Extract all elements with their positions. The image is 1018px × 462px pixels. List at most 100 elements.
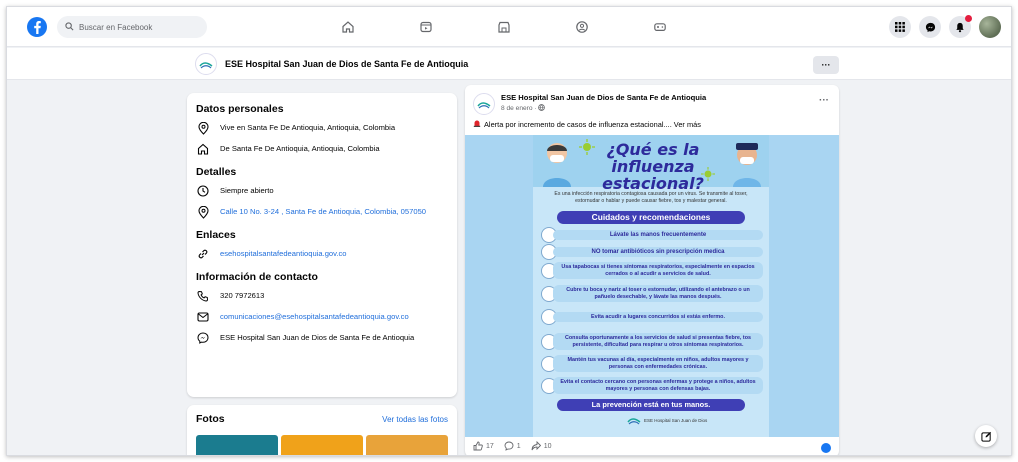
comment-count: 1 — [516, 442, 521, 450]
share-icon — [531, 441, 541, 451]
new-message-button[interactable] — [975, 425, 997, 447]
lives-in-row: Vive en Santa Fe De Antioquia, Antioquia… — [196, 121, 448, 135]
poster-item: Evita acudir a lugares concurridos si es… — [541, 309, 763, 325]
top-navigation: Buscar en Facebook — [7, 7, 1011, 47]
browser-frame: Buscar en Facebook ESE Hospital San Juan… — [6, 6, 1012, 456]
from-text: De Santa Fe De Antioquia, Antioquia, Col… — [220, 144, 380, 153]
poster-section-header: Cuidados y recomendaciones — [557, 211, 745, 224]
email-link[interactable]: comunicaciones@esehospitalsantafedeantio… — [220, 310, 409, 322]
search-box[interactable]: Buscar en Facebook — [57, 16, 207, 38]
address-row: Calle 10 No. 3-24 , Santa Fe de Antioqui… — [196, 205, 448, 219]
post-date[interactable]: 8 de enero · — [501, 104, 546, 112]
photo-thumbnail[interactable] — [281, 435, 363, 455]
doctor-illustration — [733, 143, 761, 187]
reaction-avatar[interactable] — [821, 443, 831, 453]
poster-item-text: Lávate las manos frecuentemente — [553, 229, 763, 241]
comment-icon — [504, 441, 514, 451]
messenger-icon — [196, 331, 210, 345]
poster-item-text: Mantén tus vacunas al día, especialmente… — [553, 355, 763, 372]
like-count: 17 — [486, 442, 494, 450]
main-nav — [337, 7, 671, 47]
page-title[interactable]: ESE Hospital San Juan de Dios de Santa F… — [225, 59, 468, 69]
hospital-logo-icon[interactable] — [195, 53, 217, 75]
messenger-row: ESE Hospital San Juan de Dios de Santa F… — [196, 331, 448, 345]
facebook-logo-icon[interactable] — [27, 17, 47, 37]
poster-item-text: Usa tapabocas si tienes síntomas respira… — [553, 262, 763, 279]
link-icon — [196, 247, 210, 261]
marketplace-icon[interactable] — [493, 16, 515, 38]
location-pin-icon — [196, 205, 210, 219]
post-image[interactable]: ¿Qué es la influenza estacional? Es una … — [465, 135, 839, 437]
messenger-text[interactable]: ESE Hospital San Juan de Dios de Santa F… — [220, 331, 414, 343]
contact-heading: Información de contacto — [196, 271, 318, 283]
home-icon[interactable] — [337, 16, 359, 38]
share-count: 10 — [543, 442, 552, 450]
poster-hospital-logo: ESE Hospital San Juan de Dios — [627, 415, 707, 425]
post-author-name[interactable]: ESE Hospital San Juan de Dios de Santa F… — [501, 93, 706, 102]
phone-icon — [196, 289, 210, 303]
poster-logo-text: ESE Hospital San Juan de Dios — [644, 417, 708, 423]
poster-item-text: NO tomar antibióticos sin prescripción m… — [553, 246, 763, 258]
phone-row: 320 7972613 — [196, 289, 448, 303]
home-icon — [196, 142, 210, 156]
photo-thumbnails — [196, 435, 448, 455]
poster-title: ¿Qué es la influenza estacional? — [602, 140, 704, 193]
poster-footer: La prevención está en tus manos. — [557, 399, 745, 411]
see-all-photos-link[interactable]: Ver todas las fotos — [382, 415, 448, 424]
website-row: esehospitalsantafedeantioquia.gov.co — [196, 247, 448, 261]
poster-header: ¿Qué es la influenza estacional? — [533, 135, 769, 192]
like-button[interactable]: 17 — [473, 441, 494, 451]
address-link[interactable]: Calle 10 No. 3-24 , Santa Fe de Antioqui… — [220, 205, 426, 217]
thumbs-up-icon — [473, 441, 483, 451]
poster-item: Mantén tus vacunas al día, especialmente… — [541, 355, 763, 372]
siren-icon — [473, 119, 481, 129]
poster-item-text: Consulta oportunamente a los servicios d… — [553, 333, 763, 350]
links-heading: Enlaces — [196, 229, 236, 241]
messenger-icon[interactable] — [919, 16, 941, 38]
photos-card: Fotos Ver todas las fotos — [187, 405, 457, 455]
compose-icon — [980, 431, 991, 442]
bell-icon[interactable] — [949, 15, 972, 38]
search-placeholder: Buscar en Facebook — [79, 22, 153, 32]
lives-in-text: Vive en Santa Fe De Antioquia, Antioquia… — [220, 123, 396, 132]
page-more-button[interactable]: ··· — [813, 56, 839, 74]
page-header-bar: ESE Hospital San Juan de Dios de Santa F… — [7, 48, 1011, 80]
poster-intro: Es una infección respiratoria contagiosa… — [554, 191, 748, 204]
gaming-icon[interactable] — [649, 16, 671, 38]
intro-card: Datos personales Vive en Santa Fe De Ant… — [187, 93, 457, 397]
groups-icon[interactable] — [571, 16, 593, 38]
poster-item: Cubre tu boca y nariz al toser o estornu… — [541, 285, 763, 302]
poster-item-text: Evita el contacto cercano con personas e… — [553, 377, 763, 394]
poster-item-text: Evita acudir a lugares concurridos si es… — [553, 311, 763, 323]
share-button[interactable]: 10 — [531, 441, 552, 451]
photo-thumbnail[interactable] — [366, 435, 448, 455]
website-link[interactable]: esehospitalsantafedeantioquia.gov.co — [220, 247, 347, 259]
photo-thumbnail[interactable] — [196, 435, 278, 455]
location-pin-icon — [196, 121, 210, 135]
sick-person-illustration — [543, 143, 571, 187]
post-text: Alerta por incremento de casos de influe… — [473, 119, 701, 129]
email-row: comunicaciones@esehospitalsantafedeantio… — [196, 310, 448, 324]
search-icon — [65, 21, 74, 33]
hours-row: Siempre abierto — [196, 184, 448, 198]
clock-icon — [196, 184, 210, 198]
post-actions: 17 1 10 — [473, 441, 552, 451]
notification-badge — [965, 15, 972, 22]
phone-text: 320 7972613 — [220, 291, 265, 300]
personal-data-heading: Datos personales — [196, 103, 284, 115]
poster-item: Consulta oportunamente a los servicios d… — [541, 333, 763, 350]
poster-item: NO tomar antibióticos sin prescripción m… — [541, 244, 763, 260]
post-author-avatar[interactable] — [473, 93, 495, 115]
post-options-button[interactable]: ··· — [819, 95, 829, 106]
profile-avatar[interactable] — [979, 16, 1001, 38]
globe-icon — [538, 104, 546, 111]
poster-item: Lávate las manos frecuentemente — [541, 227, 763, 243]
video-icon[interactable] — [415, 16, 437, 38]
menu-grid-icon[interactable] — [889, 16, 911, 38]
hospital-logo-icon — [627, 418, 641, 425]
comment-button[interactable]: 1 — [504, 441, 521, 451]
influenza-poster: ¿Qué es la influenza estacional? Es una … — [533, 135, 769, 437]
details-heading: Detalles — [196, 166, 237, 178]
poster-item: Evita el contacto cercano con personas e… — [541, 377, 763, 394]
post-text-content[interactable]: Alerta por incremento de casos de influe… — [484, 120, 701, 129]
